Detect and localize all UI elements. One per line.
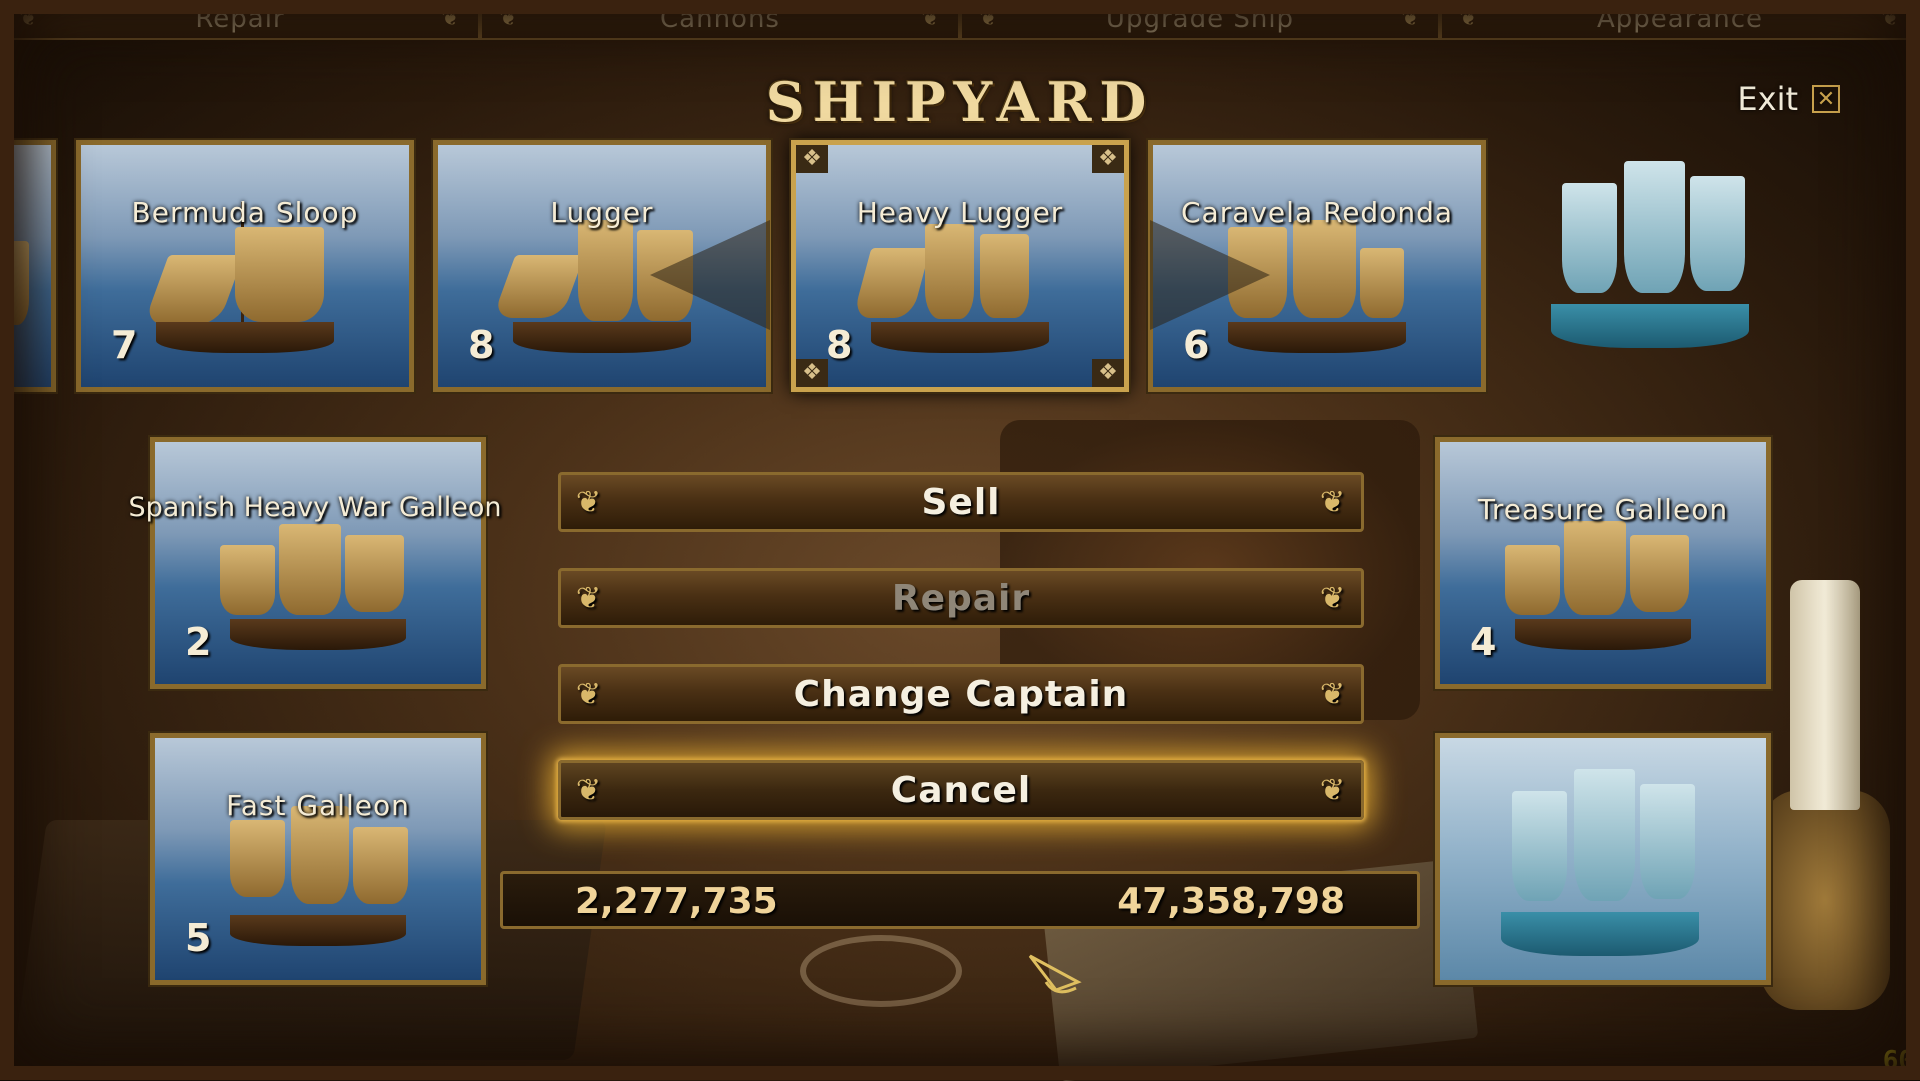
ship-name: Spanish Heavy War Galleon [128,492,502,523]
tab-repair[interactable]: ❦ Repair ❦ [0,0,480,40]
ship-card-bermuda-sloop[interactable]: Bermuda Sloop 7 [74,138,416,394]
exit-label: Exit [1737,80,1798,118]
ship-count: 7 [111,323,138,367]
repair-label: Repair [891,577,1031,619]
ornament-icon: ❦ [575,677,603,712]
background-candle [1790,580,1860,810]
ship-count: 2 [185,620,212,664]
ship-count: 8 [468,323,495,367]
ornament-icon: ❦ [575,773,603,808]
fps-counter: 60 [1882,1046,1914,1076]
gold-value: 47,358,798 [1117,881,1345,922]
ship-card-spanish-heavy-war-galleon[interactable]: 2 [148,435,488,691]
ship-card-current-ship[interactable] [1433,731,1773,987]
sell-button[interactable]: ❦ Sell ❦ [558,472,1364,532]
price-value: 2,277,735 [575,881,778,922]
carousel-left-arrow[interactable] [650,220,770,330]
ship-card-fast-galleon[interactable]: Fast Galleon 5 [148,731,488,987]
tab-appearance[interactable]: ❦ Appearance ❦ [1440,0,1920,40]
tab-label: Cannons [660,4,780,34]
close-icon[interactable]: ✕ [1812,85,1840,113]
money-bar: 2,277,735 47,358,798 [500,871,1420,929]
sell-label: Sell [921,481,1001,523]
ornament-icon: ❦ [499,6,519,31]
ship-name: Fast Galleon [226,788,410,822]
change-captain-button[interactable]: ❦ Change Captain ❦ [558,664,1364,724]
ship-count: 8 [826,323,853,367]
ornament-icon: ❖ [796,145,828,173]
ornament-icon: ❦ [575,581,603,616]
ship-image [143,201,344,354]
ship-image [1490,758,1710,978]
ship-image [220,510,416,651]
background-candlestick [1760,790,1890,1010]
tab-upgrade-ship[interactable]: ❦ Upgrade Ship ❦ [960,0,1440,40]
compass-cursor-icon [1028,954,1082,994]
ship-image [1505,510,1701,651]
ornament-icon: ❦ [1319,773,1347,808]
ship-image [220,805,416,947]
ship-name: Heavy Lugger [856,195,1064,229]
ship-card-partial[interactable] [0,138,58,394]
exit-button[interactable]: Exit ✕ [1737,80,1840,118]
repair-button[interactable]: ❦ Repair ❦ [558,568,1364,628]
cancel-label: Cancel [890,769,1032,811]
ornament-icon: ❦ [1401,6,1421,31]
carousel-right-arrow[interactable] [1150,220,1270,330]
ornament-icon: ❦ [979,6,999,31]
ornament-icon: ❦ [1319,485,1347,520]
tab-label: Repair [195,4,285,34]
ornament-icon: ❦ [1459,6,1479,31]
ornament-icon: ❖ [796,359,828,387]
ship-card-heavy-lugger[interactable]: ❖ ❖ ❖ ❖ Heavy Lugger 8 [789,138,1131,394]
ornament-icon: ❦ [575,485,603,520]
page-title: SHIPYARD [765,70,1155,134]
cancel-button[interactable]: ❦ Cancel ❦ [558,760,1364,820]
change-captain-label: Change Captain [793,673,1129,715]
ornament-icon: ❦ [921,6,941,31]
ornament-icon: ❖ [1092,145,1124,173]
ship-card-treasure-galleon[interactable]: Treasure Galleon 4 [1433,435,1773,691]
ornament-icon: ❦ [1319,677,1347,712]
tab-label: Upgrade Ship [1105,4,1295,34]
ship-preview-ghost [1540,150,1760,370]
background-magnifier [800,935,962,1007]
tab-cannons[interactable]: ❦ Cannons ❦ [480,0,960,40]
ship-image [852,213,1059,354]
tab-label: Appearance [1596,4,1764,34]
ornament-icon: ❦ [19,6,39,31]
ornament-icon: ❦ [1881,6,1901,31]
ornament-icon: ❖ [1092,359,1124,387]
ship-name: Bermuda Sloop [131,195,359,229]
ship-count: 4 [1470,620,1497,664]
ornament-icon: ❦ [1319,581,1347,616]
ship-name: Treasure Galleon [1477,492,1729,526]
ornament-icon: ❦ [441,6,461,31]
ship-count: 5 [185,916,212,960]
top-tab-bar: ❦ Repair ❦ ❦ Cannons ❦ ❦ Upgrade Ship ❦ … [0,0,1920,44]
